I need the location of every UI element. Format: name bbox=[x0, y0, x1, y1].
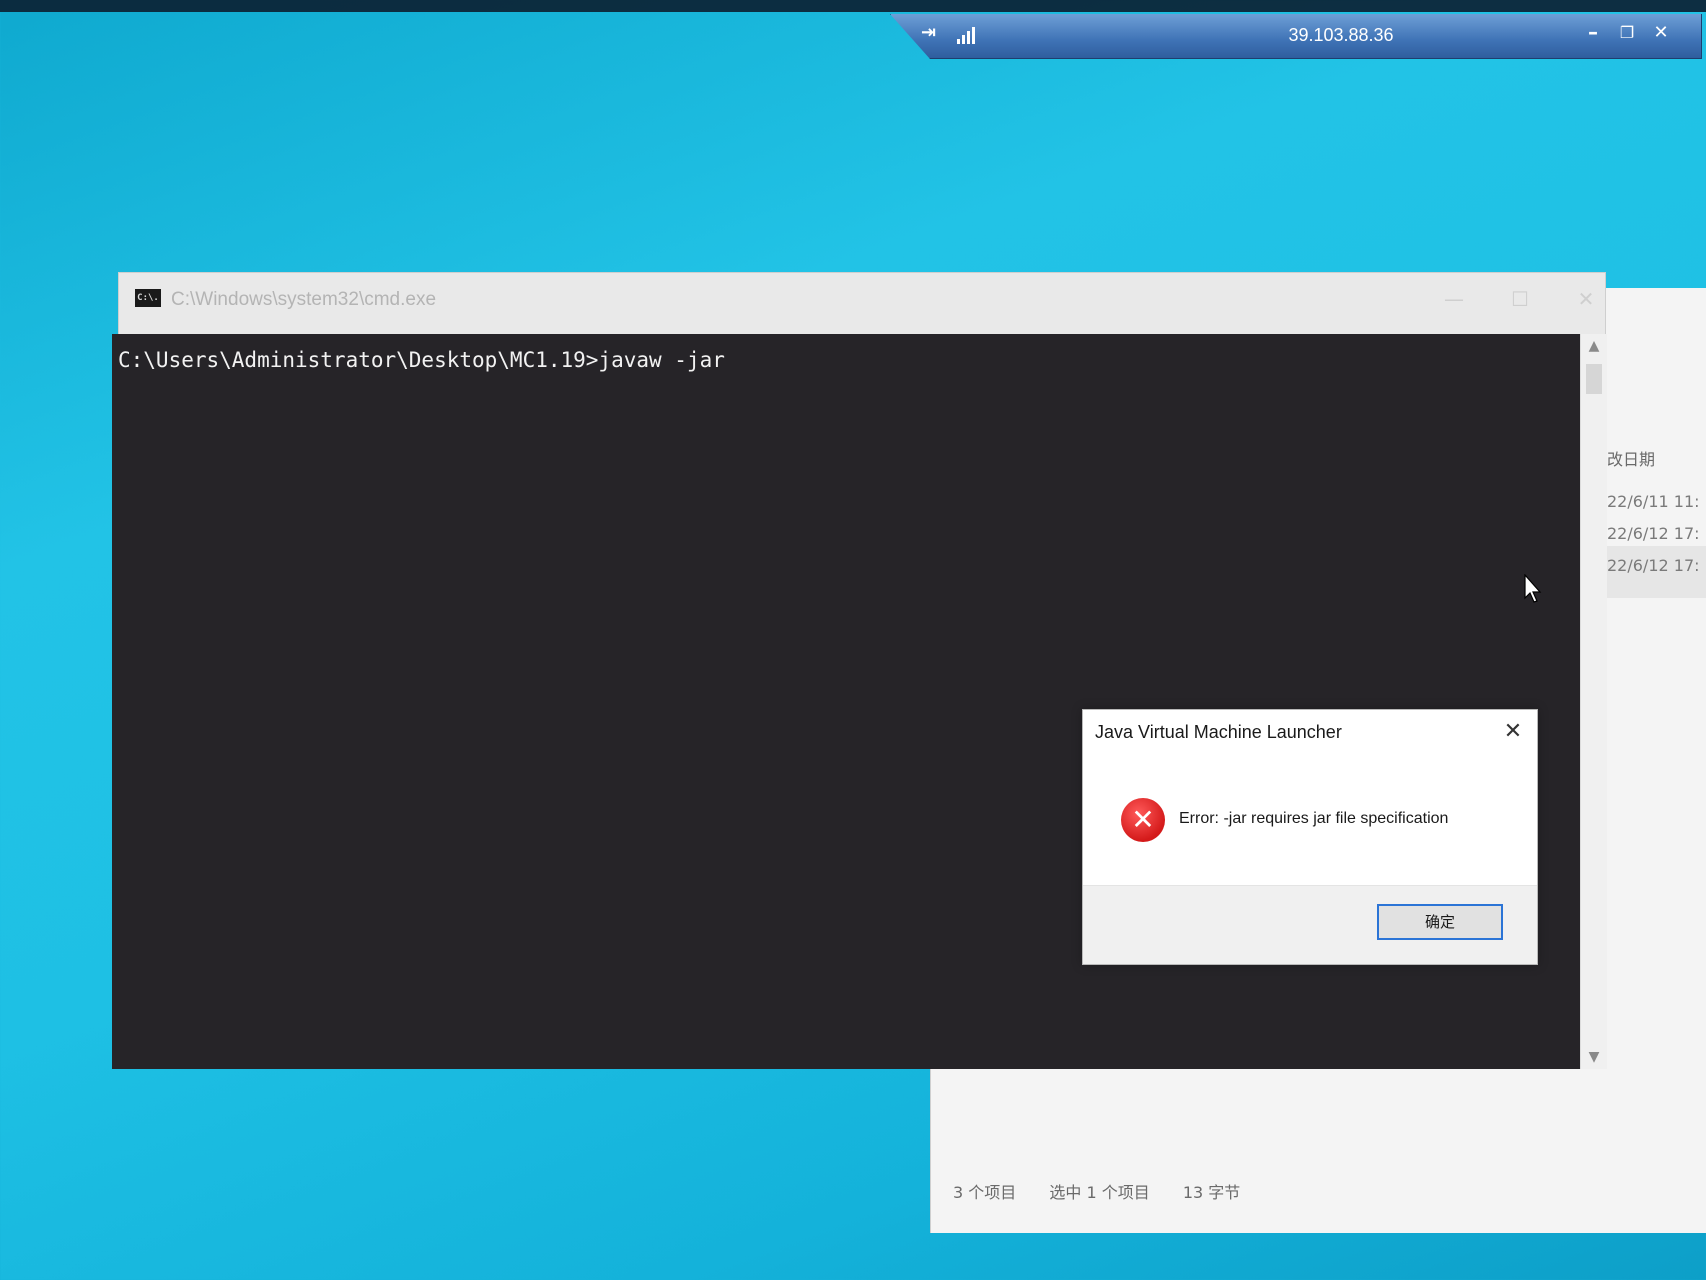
cmd-command-line: C:\Users\Administrator\Desktop\MC1.19>ja… bbox=[118, 348, 725, 372]
file-row-date[interactable]: 22/6/12 17: bbox=[1607, 556, 1700, 575]
rdp-close-button[interactable]: ✕ bbox=[1649, 22, 1673, 43]
ok-button[interactable]: 确定 bbox=[1377, 904, 1503, 940]
cmd-maximize-button[interactable]: ☐ bbox=[1505, 287, 1535, 311]
dialog-close-button[interactable]: ✕ bbox=[1499, 718, 1527, 746]
signal-strength-icon bbox=[957, 26, 975, 44]
rdp-minimize-button[interactable]: – bbox=[1581, 20, 1605, 44]
cmd-titlebar[interactable]: C:\. C:\Windows\system32\cmd.exe — ☐ ✕ bbox=[118, 272, 1606, 336]
cmd-close-button[interactable]: ✕ bbox=[1571, 287, 1601, 311]
explorer-status-bar: 3 个项目 选中 1 个项目 13 字节 bbox=[953, 1179, 1268, 1203]
scroll-down-arrow-icon[interactable]: ▼ bbox=[1581, 1049, 1607, 1065]
rdp-restore-button[interactable]: ❐ bbox=[1615, 23, 1639, 42]
file-row-date[interactable]: 22/6/11 11: bbox=[1607, 492, 1700, 511]
remote-host-address: 39.103.88.36 bbox=[1288, 25, 1394, 45]
dialog-footer: 确定 bbox=[1083, 885, 1537, 964]
remote-desktop-bar: ⇥ 39.103.88.36 – ❐ ✕ bbox=[890, 14, 1702, 59]
jvm-launcher-error-dialog: Java Virtual Machine Launcher ✕ ✕ Error:… bbox=[1082, 709, 1538, 965]
column-header-date-modified[interactable]: 改日期 bbox=[1607, 446, 1655, 470]
file-row-date[interactable]: 22/6/12 17: bbox=[1607, 524, 1700, 543]
cmd-scrollbar[interactable]: ▲ ▼ bbox=[1580, 334, 1607, 1069]
cmd-minimize-button[interactable]: — bbox=[1439, 287, 1469, 311]
cmd-app-icon: C:\. bbox=[135, 289, 161, 307]
pin-icon[interactable]: ⇥ bbox=[921, 22, 936, 43]
status-item-count: 3 个项目 bbox=[953, 1183, 1017, 1202]
error-icon: ✕ bbox=[1121, 798, 1165, 842]
status-selected-count: 选中 1 个项目 bbox=[1049, 1183, 1150, 1202]
dialog-title: Java Virtual Machine Launcher bbox=[1095, 722, 1342, 742]
scroll-thumb[interactable] bbox=[1586, 364, 1602, 394]
dialog-error-message: Error: -jar requires jar file specificat… bbox=[1179, 810, 1449, 827]
cmd-window-title: C:\Windows\system32\cmd.exe bbox=[171, 289, 437, 310]
status-selected-size: 13 字节 bbox=[1182, 1183, 1241, 1202]
screen-top-edge bbox=[0, 0, 1706, 12]
scroll-up-arrow-icon[interactable]: ▲ bbox=[1581, 338, 1607, 354]
